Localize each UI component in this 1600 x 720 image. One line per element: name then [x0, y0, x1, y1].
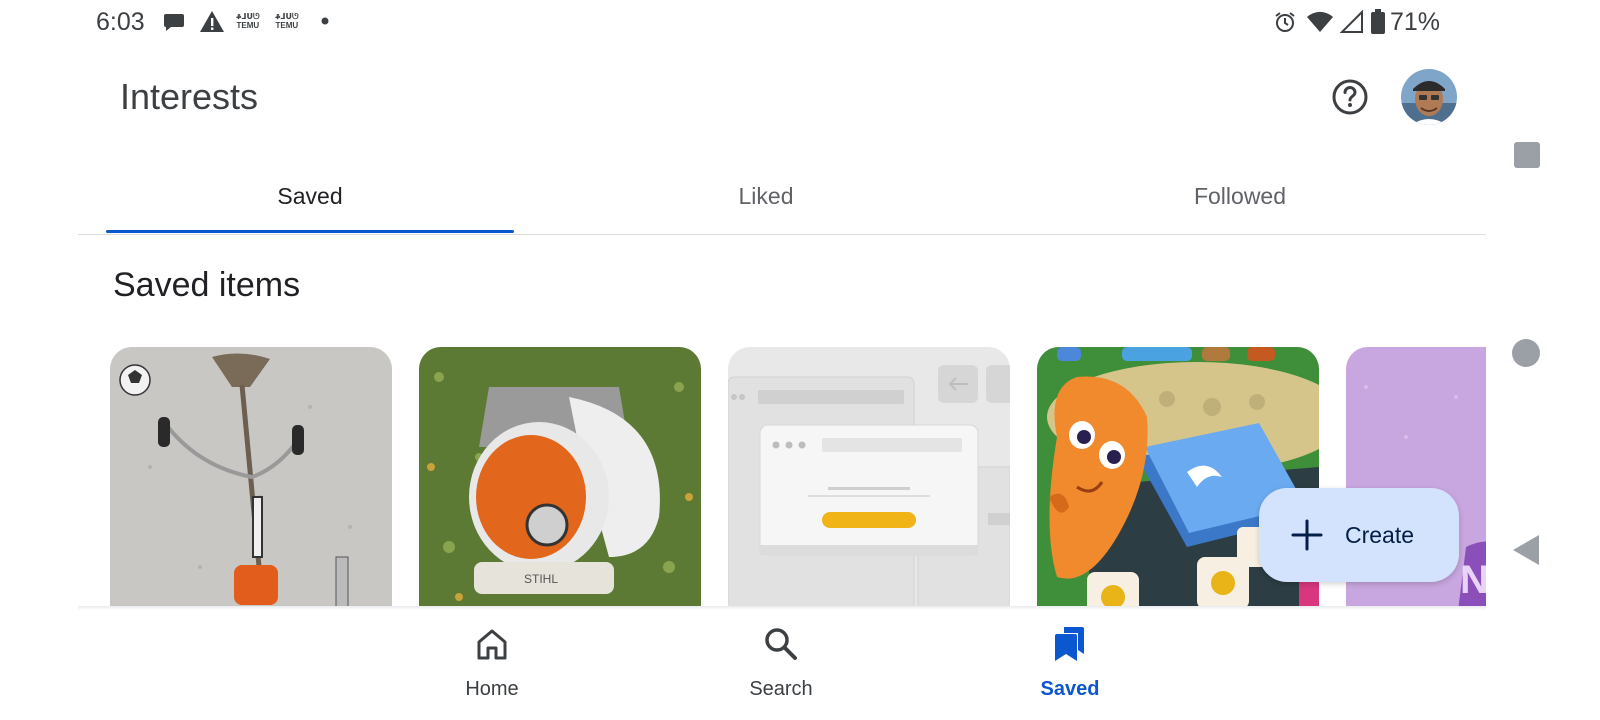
svg-text:STIHL: STIHL	[524, 572, 558, 586]
home-button[interactable]	[1511, 338, 1541, 368]
temu-bottom-text: TEMU	[275, 21, 299, 30]
recents-button[interactable]	[1513, 141, 1541, 169]
warning-icon	[200, 11, 224, 32]
status-time: 6:03	[96, 8, 145, 36]
bottom-navigation: Home Search Saved	[0, 610, 1600, 720]
string-trimmer-image	[110, 347, 392, 609]
tab-followed[interactable]: Followed	[1036, 160, 1444, 233]
temu-top-text: ቆᒧᑌᘎ	[275, 12, 299, 21]
help-icon[interactable]	[1330, 77, 1370, 117]
nav-saved-label: Saved	[1040, 678, 1100, 700]
page-title: Interests	[120, 76, 259, 117]
plus-icon	[1291, 519, 1323, 551]
home-icon	[477, 629, 507, 660]
saved-item-card[interactable]	[110, 347, 392, 609]
search-icon	[765, 628, 797, 660]
create-label: Create	[1345, 521, 1415, 548]
bookmarks-icon	[1055, 627, 1084, 661]
temu-icon: ቆᒧᑌᘎ TEMU	[236, 12, 260, 30]
nav-saved[interactable]: Saved	[995, 624, 1145, 714]
leaf-blower-image: STIHL	[419, 347, 701, 609]
alarm-icon	[1275, 12, 1295, 32]
battery-percent: 71%	[1390, 8, 1441, 36]
nav-search[interactable]: Search	[706, 624, 856, 714]
temu-bottom-text: TEMU	[236, 21, 260, 30]
nav-search-label: Search	[749, 678, 813, 700]
dot-icon	[321, 17, 329, 25]
create-fab[interactable]: Create	[1259, 488, 1459, 582]
signal-icon	[1340, 10, 1363, 33]
nav-home[interactable]: Home	[417, 624, 567, 714]
back-button[interactable]	[1512, 534, 1540, 566]
temu-top-text: ቆᒧᑌᘎ	[236, 12, 260, 21]
nav-home-label: Home	[465, 678, 519, 700]
status-bar: 6:03 ቆᒧᑌᘎ TEMU ቆᒧᑌᘎ TEMU 71%	[0, 0, 1600, 44]
active-tab-indicator	[106, 230, 514, 233]
saved-item-card[interactable]: STIHL	[419, 347, 701, 609]
tab-bar: Saved Liked Followed	[78, 160, 1486, 235]
tab-saved[interactable]: Saved	[106, 160, 514, 233]
avatar[interactable]	[1401, 69, 1457, 125]
battery-icon	[1371, 9, 1385, 34]
temu-icon: ቆᒧᑌᘎ TEMU	[275, 12, 299, 30]
saved-item-card[interactable]	[728, 347, 1010, 609]
svg-text:N: N	[1460, 558, 1486, 602]
section-title: Saved items	[113, 266, 301, 304]
tab-liked[interactable]: Liked	[562, 160, 970, 233]
chat-bubble-icon	[164, 14, 184, 31]
wifi-icon	[1307, 11, 1333, 32]
browser-placeholder-image	[728, 347, 1010, 609]
avatar-image	[1401, 69, 1457, 125]
